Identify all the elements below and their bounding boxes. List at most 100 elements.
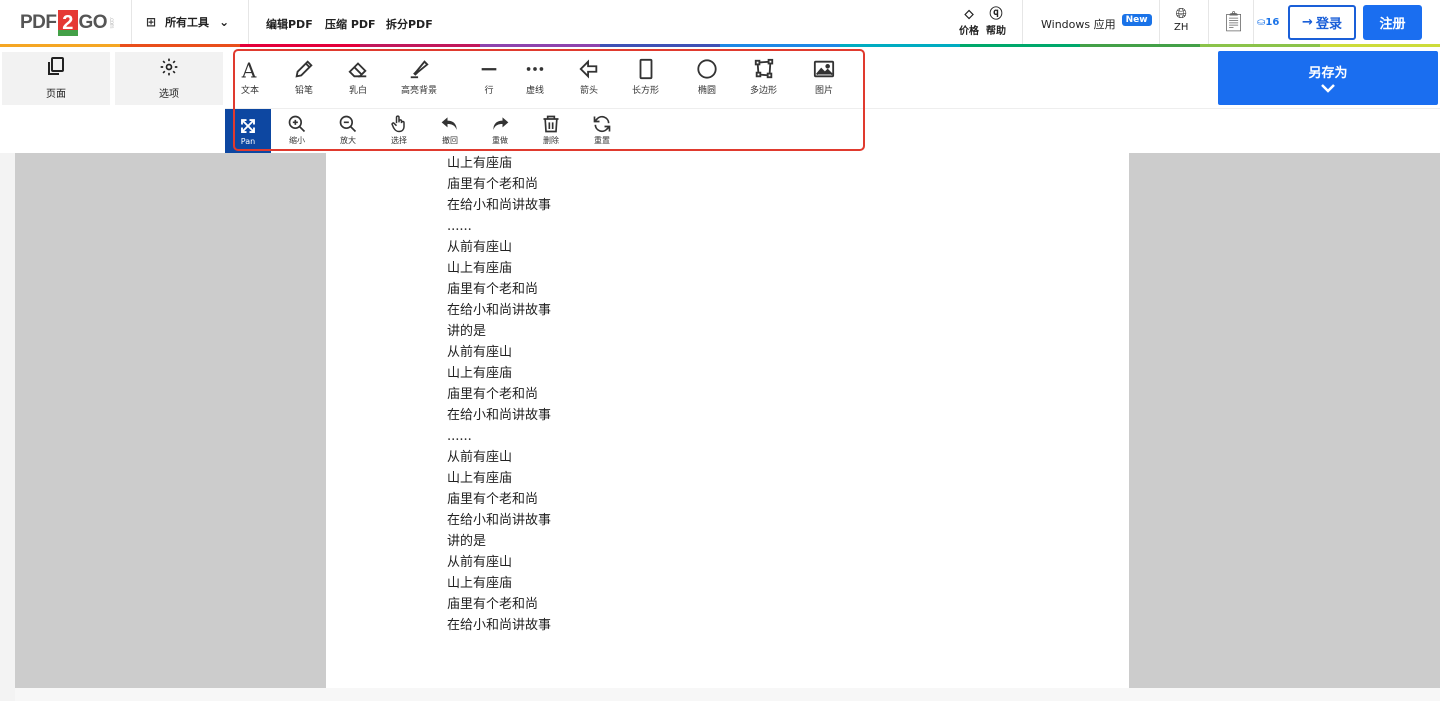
rectangle-icon	[639, 58, 652, 80]
highlighter-tool[interactable]: 高亮背景	[401, 58, 437, 96]
logo-text-com: .com	[108, 17, 115, 29]
document-line: 庙里有个老和尚	[447, 597, 539, 612]
text-tool[interactable]: A 文本	[239, 58, 261, 96]
tag-icon: ⬦	[964, 7, 974, 22]
tool-label: 文本	[240, 86, 259, 96]
divider	[1159, 0, 1160, 45]
language-label: ZH	[1174, 22, 1189, 33]
divider	[1022, 0, 1023, 45]
pan-icon	[241, 118, 255, 133]
tool-label: 多边形	[750, 86, 778, 96]
polygon-tool[interactable]: 多边形	[750, 58, 777, 96]
document-line: 从前有座山	[447, 345, 513, 360]
tool-label: 删除	[543, 136, 559, 145]
polygon-icon	[754, 58, 773, 79]
arrow-tool[interactable]: 箭头	[578, 58, 600, 96]
zoom-in-tool[interactable]: 缩小	[287, 114, 307, 146]
register-button[interactable]: 注册	[1363, 5, 1422, 40]
all-tools-menu[interactable]: ⊞ 所有工具 ⌄	[146, 14, 229, 30]
tool-label: 放大	[340, 136, 356, 145]
document-line: 山上有座庙	[447, 471, 513, 486]
delete-tool[interactable]: 删除	[541, 114, 561, 146]
document-line: 山上有座庙	[447, 261, 513, 276]
color-stripe-segment	[1080, 44, 1200, 47]
eraser-tool[interactable]: 乳白	[347, 58, 369, 96]
document-line: 从前有座山	[447, 240, 513, 255]
tool-label: 高亮背景	[401, 86, 438, 96]
zoom-in-icon	[288, 115, 306, 133]
image-tool[interactable]: 图片	[813, 58, 835, 96]
divider	[1253, 0, 1254, 45]
image-icon	[813, 60, 835, 78]
save-as-button[interactable]: 另存为	[1218, 51, 1438, 105]
grid-icon: ⊞	[146, 15, 157, 29]
pdf2go-logo[interactable]: PDF 2 GO .com	[20, 9, 114, 37]
document-line: ......	[447, 429, 472, 444]
windows-app-link[interactable]: Windows 应用 New	[1041, 14, 1152, 32]
select-tool[interactable]: 选择	[389, 114, 409, 146]
tool-label: 缩小	[289, 136, 305, 145]
nav-compress-pdf[interactable]: 压缩 PDF	[325, 16, 376, 32]
pan-tool[interactable]: Pan	[225, 109, 271, 153]
windows-app-label: Windows 应用	[1041, 18, 1116, 31]
color-stripe-segment	[0, 44, 120, 47]
help-label: 帮助	[986, 26, 1006, 37]
dotted-line-tool[interactable]: 虚线	[524, 58, 546, 96]
document-line: 在给小和尚讲故事	[447, 303, 552, 318]
zoom-out-tool[interactable]: 放大	[338, 114, 358, 146]
tool-label: 重做	[492, 136, 508, 145]
tool-label: Pan	[240, 136, 256, 146]
document-line: 庙里有个老和尚	[447, 177, 539, 192]
pencil-tool[interactable]: 铅笔	[293, 58, 315, 96]
document-line: 讲的是	[447, 534, 487, 549]
logo-text-2: 2	[57, 10, 78, 36]
left-gutter	[0, 153, 15, 701]
tool-label: 重置	[594, 136, 610, 145]
line-tool[interactable]: 行	[478, 58, 500, 96]
toolbar-divider	[225, 108, 1440, 109]
clipboard-clock-icon[interactable]: 📋︎	[1221, 9, 1246, 33]
nav-split-pdf[interactable]: 拆分PDF	[386, 16, 433, 32]
ellipse-icon	[697, 59, 717, 79]
rectangle-tool[interactable]: 长方形	[632, 58, 659, 96]
pricing-link[interactable]: ⬦ 价格	[959, 7, 979, 38]
pages-button[interactable]: 页面	[2, 52, 110, 105]
divider	[248, 0, 249, 45]
ellipse-tool[interactable]: 椭圆	[696, 58, 718, 96]
document-line: 山上有座庙	[447, 156, 513, 171]
tool-label: 长方形	[632, 86, 660, 96]
options-button[interactable]: 选项	[115, 52, 223, 105]
color-stripe-segment	[840, 44, 960, 47]
trash-icon	[543, 115, 559, 133]
color-stripe-segment	[360, 44, 480, 47]
undo-tool[interactable]: 撤回	[440, 114, 460, 146]
color-stripe-segment	[600, 44, 720, 47]
all-tools-label: 所有工具	[165, 16, 210, 29]
language-selector[interactable]: 🌐︎ ZH	[1174, 7, 1189, 34]
color-stripe-segment	[480, 44, 600, 47]
color-stripe-segment	[720, 44, 840, 47]
help-link[interactable]: ⓠ 帮助	[986, 8, 1006, 38]
pdf-page[interactable]: 山上有座庙 庙里有个老和尚 在给小和尚讲故事...... 从前有座山 山上有座庙 庙里有个…	[326, 153, 1129, 688]
tool-label: 箭头	[579, 86, 598, 96]
document-line: 在给小和尚讲故事	[447, 408, 552, 423]
credits-value: 16	[1265, 17, 1280, 28]
login-label: 登录	[1315, 17, 1342, 32]
pricing-label: 价格	[959, 26, 979, 37]
new-badge: New	[1121, 14, 1152, 26]
options-label: 选项	[159, 89, 179, 100]
credits-counter[interactable]: ⛀16	[1257, 17, 1279, 28]
document-line: 在给小和尚讲故事	[447, 198, 552, 213]
zoom-out-icon	[339, 115, 357, 133]
nav-edit-pdf[interactable]: 编辑PDF	[266, 16, 313, 32]
svg-text:A: A	[241, 58, 257, 80]
undo-icon	[441, 117, 457, 130]
tool-label: 椭圆	[697, 86, 716, 96]
arrow-icon	[579, 59, 598, 79]
redo-tool[interactable]: 重做	[490, 114, 510, 146]
eraser-icon	[348, 62, 367, 78]
tool-label: 撤回	[442, 136, 458, 145]
pages-label: 页面	[46, 89, 66, 100]
reset-tool[interactable]: 重置	[592, 114, 612, 146]
login-button[interactable]: → 登录	[1288, 5, 1356, 40]
